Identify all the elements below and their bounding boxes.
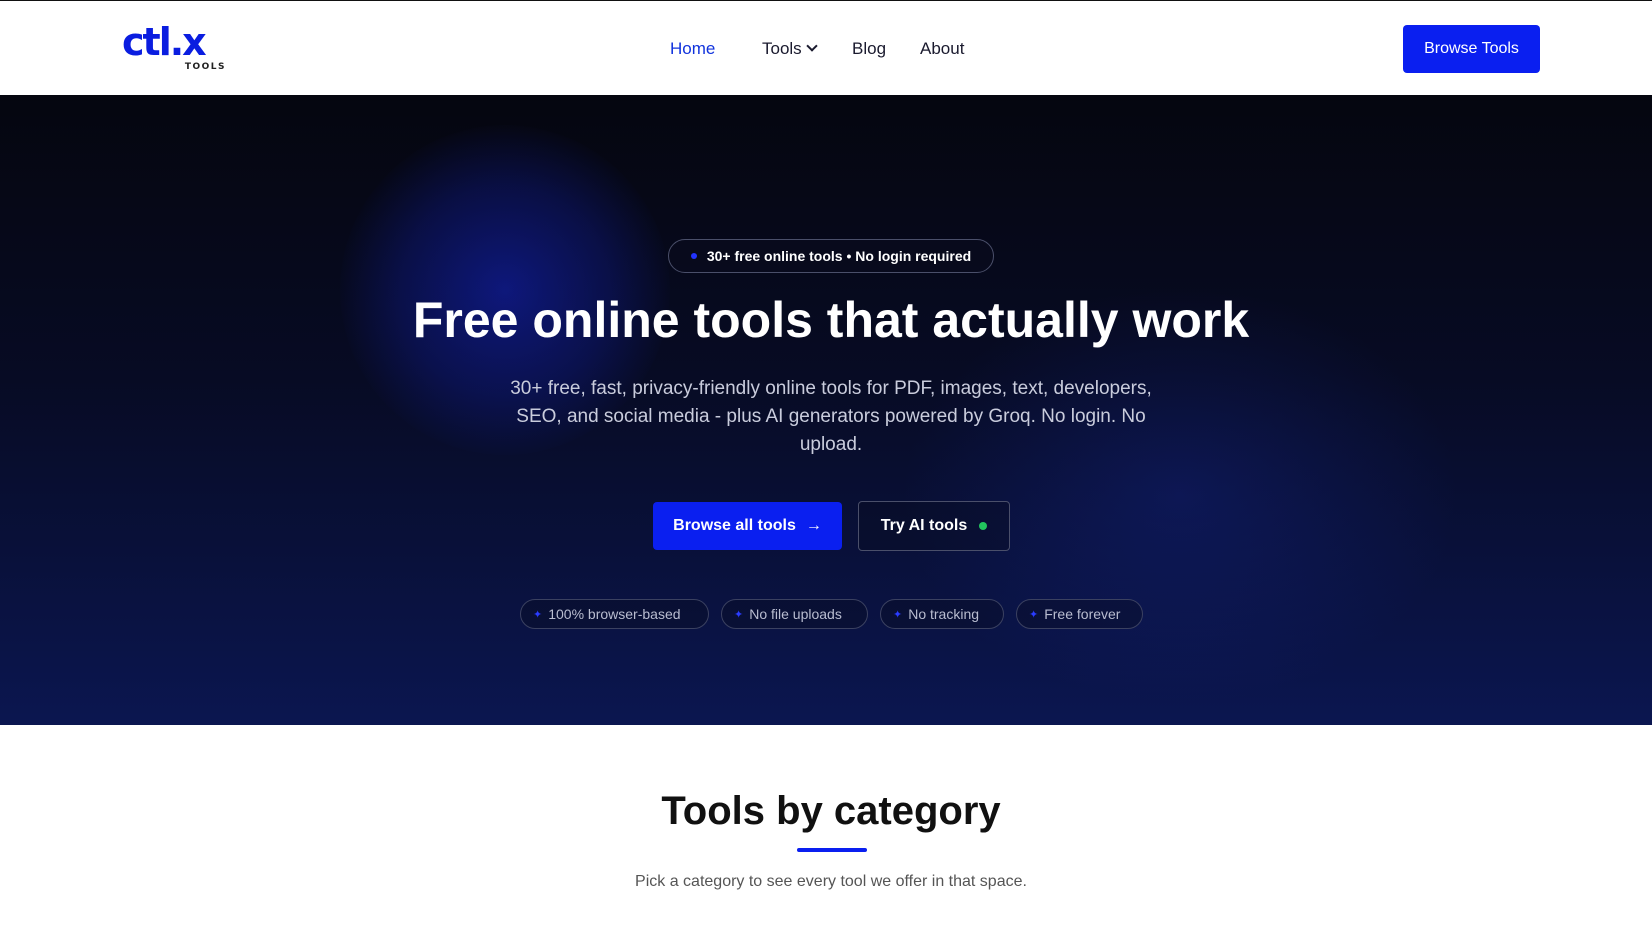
feature-badges: ✦ 100% browser-based ✦ No file uploads ✦… [0,599,1652,629]
arrow-right-icon: → [805,517,822,534]
chevron-down-icon [806,40,818,52]
feature-badge: ✦ Free forever [1016,599,1143,629]
sparkle-icon: ✦ [1029,608,1039,621]
badge-dot-icon [690,253,697,259]
sparkle-icon: ✦ [533,608,543,621]
feature-badge: ✦ No file uploads [721,599,868,629]
hero-subtitle: 30+ free, fast, privacy-friendly online … [510,378,1152,455]
nav-blog[interactable]: Blog [852,37,886,61]
browse-all-tools-button[interactable]: Browse all tools → [653,502,842,550]
feature-badge: ✦ 100% browser-based [520,599,709,629]
feature-badge-text: No tracking [908,606,980,622]
sparkle-icon: ✦ [734,608,744,621]
hero-badge-text: 30+ free online tools • No login require… [706,248,972,264]
feature-badge-text: 100% browser-based [548,606,681,622]
try-ai-tools-label: Try AI tools [880,517,968,534]
browse-all-tools-label: Browse all tools [673,517,796,534]
nav-about[interactable]: About [920,37,964,61]
nav-tools[interactable]: Tools [762,37,818,61]
categories-title: Tools by category [661,789,1001,833]
categories-subtitle: Pick a category to see every tool we off… [635,873,1027,890]
feature-badge-text: No file uploads [749,606,842,622]
try-ai-tools-button[interactable]: Try AI tools [858,501,1010,551]
hero-badge: 30+ free online tools • No login require… [668,239,994,273]
title-underline [797,848,867,852]
browse-tools-button[interactable]: Browse Tools [1403,25,1540,73]
logo-subtitle: TOOLS [184,62,226,72]
site-header: ctl.x TOOLS Home Tools Blog About Browse… [0,0,1652,95]
hero-section: 30+ free online tools • No login require… [0,95,1652,725]
nav-tools-label: Tools [762,39,802,58]
hero-title: Free online tools that actually work [412,292,1250,348]
sparkle-icon: ✦ [893,608,903,621]
feature-badge-text: Free forever [1044,606,1121,622]
status-dot-icon [979,522,988,530]
feature-badge: ✦ No tracking [880,599,1004,629]
nav-home[interactable]: Home [670,37,715,61]
